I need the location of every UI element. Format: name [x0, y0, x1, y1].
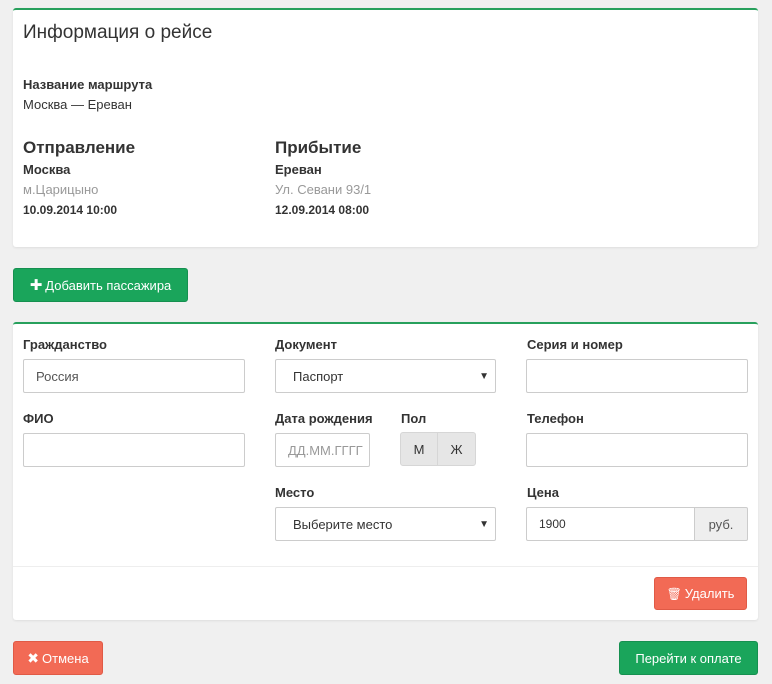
full-name-input[interactable]	[23, 433, 245, 467]
gender-male-label: М	[413, 441, 425, 457]
pay-button[interactable]: Перейти к оплате	[619, 641, 758, 675]
seat-selected: Выберите место	[293, 516, 393, 532]
document-selected: Паспорт	[293, 368, 344, 384]
pay-label: Перейти к оплате	[635, 650, 742, 666]
birth-date-input[interactable]: ДД.ММ.ГГГГ	[275, 433, 370, 467]
gender-label: Пол	[401, 411, 427, 426]
price-currency: руб.	[708, 516, 734, 532]
add-passenger-label: Добавить пассажира	[45, 277, 172, 293]
departure-city: Москва	[23, 162, 71, 177]
document-label: Документ	[275, 337, 337, 352]
caret-down-icon: ▼	[479, 371, 489, 382]
phone-label: Телефон	[527, 411, 584, 426]
form-divider	[13, 566, 758, 567]
trip-info-title: Информация о рейсе	[23, 22, 213, 43]
gender-female-label: Ж	[450, 441, 463, 457]
route-name-value: Москва — Ереван	[23, 97, 132, 112]
cancel-button[interactable]: ✖ Отмена	[13, 641, 103, 675]
doc-number-input[interactable]	[526, 359, 748, 393]
delete-passenger-label: Удалить	[684, 586, 735, 601]
document-select[interactable]: Паспорт ▼	[275, 359, 496, 393]
times-icon: ✖	[27, 650, 40, 666]
delete-passenger-button[interactable]: 🗑 Удалить	[654, 577, 747, 610]
gender-male-button[interactable]: М	[400, 432, 438, 466]
trip-info-panel: Информация о рейсе Название маршрута Мос…	[13, 8, 758, 247]
departure-station: м.Царицыно	[23, 182, 99, 197]
seat-select[interactable]: Выберите место ▼	[275, 507, 496, 541]
phone-input[interactable]	[526, 433, 748, 467]
price-value: 1900	[539, 517, 566, 531]
citizenship-label: Гражданство	[23, 337, 107, 352]
departure-datetime: 10.09.2014 10:00	[23, 203, 118, 217]
arrival-heading: Прибытие	[275, 138, 362, 157]
birth-date-placeholder: ДД.ММ.ГГГГ	[288, 442, 363, 458]
trash-icon: 🗑	[666, 586, 682, 601]
seat-label: Место	[275, 485, 315, 500]
arrival-city: Ереван	[275, 162, 322, 177]
birth-date-label: Дата рождения	[275, 411, 373, 426]
gender-female-button[interactable]: Ж	[437, 432, 476, 466]
cancel-label: Отмена	[42, 650, 89, 666]
citizenship-placeholder: Россия	[36, 368, 79, 384]
price-input[interactable]: 1900	[526, 507, 696, 541]
add-passenger-button[interactable]: ✚ Добавить пассажира	[13, 268, 188, 302]
citizenship-input[interactable]: Россия	[23, 359, 245, 393]
full-name-label: ФИО	[23, 411, 54, 426]
departure-heading: Отправление	[23, 138, 136, 157]
route-name-label: Название маршрута	[23, 77, 153, 92]
arrival-datetime: 12.09.2014 08:00	[275, 203, 370, 217]
price-currency-addon: руб.	[694, 507, 748, 541]
doc-number-label: Серия и номер	[527, 337, 623, 352]
plus-icon: ✚	[29, 276, 43, 294]
arrival-station: Ул. Севани 93/1	[275, 182, 372, 197]
caret-down-icon: ▼	[479, 519, 489, 530]
price-label: Цена	[527, 485, 559, 500]
